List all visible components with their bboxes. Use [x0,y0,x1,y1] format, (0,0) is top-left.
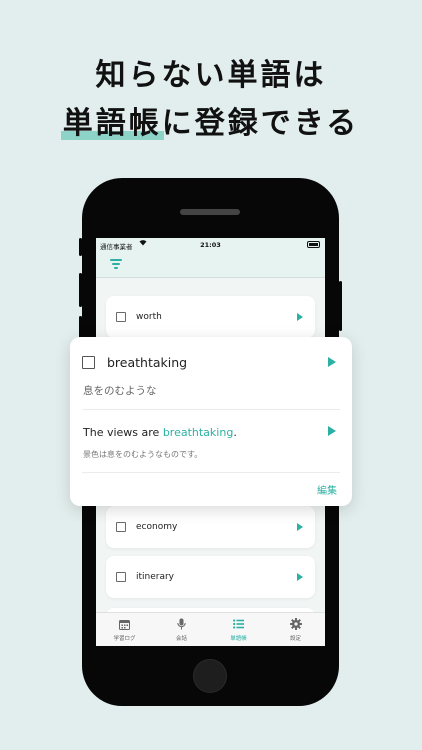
headline-line-2: 単語帳に登録できる [0,98,422,142]
play-icon[interactable] [328,357,336,367]
divider [82,472,340,473]
play-icon[interactable] [297,523,303,531]
filter-icon[interactable] [110,259,122,269]
edit-button[interactable]: 編集 [317,482,337,497]
sentence-translation: 景色は息をのむようなものです。 [83,450,203,459]
play-icon[interactable] [328,426,336,436]
word-label: economy [136,522,178,532]
headline-line-2-rest: に登録できる [161,106,360,141]
play-icon[interactable] [297,573,303,581]
mute-switch [79,238,82,256]
word-label: itinerary [136,572,175,582]
divider [82,409,340,410]
word-card[interactable]: worth [106,296,315,338]
word-card[interactable]: itinerary [106,556,315,598]
speaker-grille [180,209,240,215]
status-time: 21:03 [200,241,221,249]
navigation-bar [96,252,325,278]
battery-icon [307,241,320,248]
home-button[interactable] [193,659,227,693]
example-sentence: The views are breathtaking. [83,426,237,439]
word-checkbox[interactable] [116,572,126,582]
word-checkbox[interactable] [82,356,95,369]
tab-label: 会話 [175,636,187,642]
tab-label: 設定 [289,636,301,642]
tab-settings[interactable]: 設定 [267,617,324,642]
tab-study-log[interactable]: 学習ログ [96,617,153,642]
tab-label: 単語帳 [230,636,247,642]
calendar-icon [96,617,153,631]
play-icon[interactable] [297,313,303,321]
tab-wordbook[interactable]: 単語帳 [210,617,267,642]
headline-highlight: 単語帳 [60,98,164,142]
headline-line-1: 知らない単語は [95,58,327,93]
tab-bar: 学習ログ 会話 単語帳 設定 [96,612,325,646]
volume-up-button [79,273,82,307]
word-label: worth [136,312,162,322]
highlighted-word: breathtaking [162,426,234,439]
gear-icon [267,617,324,631]
word-label: breathtaking [107,355,188,370]
tab-label: 学習ログ [113,636,136,642]
list-icon [210,617,267,631]
word-checkbox[interactable] [116,312,126,322]
tab-conversation[interactable]: 会話 [153,617,210,642]
word-detail-card: breathtaking 息をのむような The views are breat… [70,337,352,506]
word-card[interactable]: economy [106,506,315,548]
power-button [339,281,342,331]
microphone-icon [153,617,210,631]
status-bar: 通信事業者 21:03 [96,238,325,252]
word-checkbox[interactable] [116,522,126,532]
word-meaning: 息をのむような [83,385,157,397]
